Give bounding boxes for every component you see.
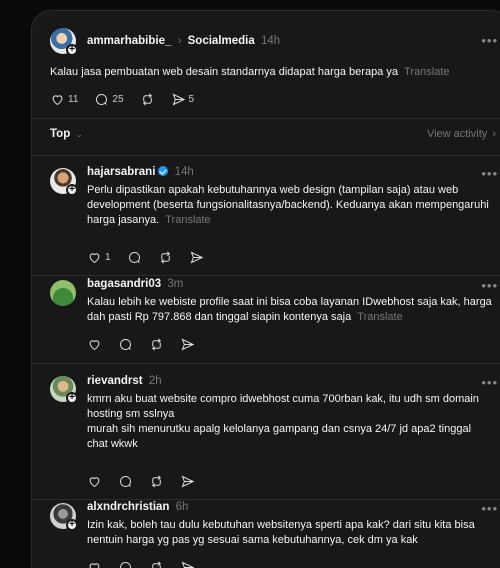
reply-button[interactable] bbox=[118, 560, 133, 568]
comment-author[interactable]: bagasandri03 3m bbox=[87, 278, 183, 290]
comment-actions bbox=[87, 336, 211, 352]
send-icon bbox=[190, 251, 203, 263]
repost-icon bbox=[142, 93, 152, 105]
send-icon bbox=[181, 338, 195, 350]
heart-icon bbox=[89, 476, 100, 487]
comment-icon bbox=[120, 338, 132, 350]
like-count: 1 bbox=[105, 251, 111, 263]
translate-link[interactable]: Translate bbox=[165, 214, 210, 226]
comment-time: 14h bbox=[174, 166, 194, 178]
reply-button[interactable] bbox=[118, 474, 133, 489]
comment-time: 3m bbox=[167, 278, 184, 290]
view-activity-link[interactable]: View activity › bbox=[427, 128, 496, 140]
translate-link[interactable]: Translate bbox=[404, 66, 449, 78]
comment-actions bbox=[87, 473, 211, 489]
sort-dropdown[interactable]: Top ⌄ bbox=[50, 128, 83, 140]
reply-count: 25 bbox=[112, 93, 124, 105]
more-dots-icon[interactable]: ••• bbox=[481, 278, 498, 293]
comment-actions bbox=[87, 559, 211, 568]
share-count: 5 bbox=[188, 93, 195, 105]
heart-icon bbox=[89, 339, 100, 350]
share-button[interactable] bbox=[189, 250, 204, 265]
repost-icon bbox=[152, 475, 161, 487]
share-button[interactable]: 5 bbox=[171, 92, 195, 107]
verified-badge-icon bbox=[158, 166, 169, 176]
divider bbox=[32, 275, 500, 276]
like-button[interactable] bbox=[87, 337, 102, 352]
comment-actions: 1 bbox=[87, 249, 220, 265]
repost-button[interactable] bbox=[149, 474, 164, 489]
comment-author[interactable]: alxndrchristian 6h bbox=[87, 501, 188, 513]
divider bbox=[32, 155, 500, 156]
comment-icon bbox=[128, 251, 140, 263]
heart-icon bbox=[52, 94, 63, 105]
share-button[interactable] bbox=[180, 474, 195, 489]
follow-icon[interactable]: + bbox=[66, 392, 78, 404]
send-icon bbox=[181, 561, 195, 568]
follow-icon[interactable]: + bbox=[66, 184, 78, 196]
more-dots-icon[interactable]: ••• bbox=[481, 501, 498, 516]
comment-icon bbox=[96, 93, 108, 105]
post-actions: 11 25 5 bbox=[50, 91, 210, 107]
comment-icon bbox=[120, 475, 132, 487]
repost-icon bbox=[152, 561, 161, 568]
follow-icon[interactable]: + bbox=[66, 519, 78, 531]
chevron-right-icon: › bbox=[177, 35, 182, 47]
send-icon bbox=[181, 475, 195, 487]
repost-button[interactable] bbox=[140, 92, 155, 107]
repost-button[interactable] bbox=[149, 337, 164, 352]
post-author[interactable]: ammarhabibie_ › Socialmedia 14h bbox=[87, 35, 280, 47]
heart-icon bbox=[89, 562, 100, 568]
share-button[interactable] bbox=[180, 337, 195, 352]
heart-icon bbox=[89, 252, 100, 263]
post-time: 14h bbox=[260, 35, 281, 47]
community-link[interactable]: Socialmedia bbox=[188, 35, 255, 47]
repost-icon bbox=[160, 251, 170, 263]
like-button[interactable] bbox=[87, 560, 102, 568]
post-text: Kalau jasa pembuatan web desain standarn… bbox=[50, 66, 450, 78]
comment-author[interactable]: rievandrst 2h bbox=[87, 375, 162, 387]
like-button[interactable] bbox=[87, 474, 102, 489]
comment-icon bbox=[120, 561, 132, 568]
comment-text: Kalau lebih ke webiste profile saat ini … bbox=[87, 296, 492, 323]
comment-author[interactable]: hajarsabrani 14h bbox=[87, 166, 194, 178]
comment-text: kmrn aku buat website compro idwebhost c… bbox=[87, 392, 492, 452]
divider bbox=[32, 363, 500, 364]
chevron-right-icon: › bbox=[492, 128, 496, 140]
more-dots-icon[interactable]: ••• bbox=[481, 33, 498, 48]
more-dots-icon[interactable]: ••• bbox=[481, 166, 498, 181]
more-dots-icon[interactable]: ••• bbox=[481, 375, 498, 390]
translate-link[interactable]: Translate bbox=[357, 311, 402, 323]
comment-text-line: murah sih menurutku apalg kelolanya gamp… bbox=[87, 423, 472, 450]
comment-text: Izin kak, boleh tau dulu kebutuhan websi… bbox=[87, 519, 475, 546]
thread-card: + ammarhabibie_ › Socialmedia 14h ••• Ka… bbox=[31, 10, 500, 568]
chevron-down-icon: ⌄ bbox=[75, 129, 83, 139]
repost-button[interactable] bbox=[149, 560, 164, 568]
comment-text: Perlu dipastikan apakah kebutuhannya web… bbox=[87, 184, 489, 226]
comment-text-line: kmrn aku buat website compro idwebhost c… bbox=[87, 393, 479, 420]
reply-button[interactable] bbox=[127, 250, 142, 265]
repost-button[interactable] bbox=[158, 250, 173, 265]
avatar[interactable] bbox=[50, 280, 76, 306]
like-button[interactable]: 1 bbox=[87, 250, 111, 265]
like-count: 11 bbox=[68, 93, 79, 105]
reply-button[interactable]: 25 bbox=[94, 92, 124, 107]
share-button[interactable] bbox=[180, 560, 195, 568]
comment-time: 2h bbox=[148, 375, 162, 387]
divider bbox=[32, 499, 500, 500]
divider bbox=[32, 118, 500, 119]
like-button[interactable]: 11 bbox=[50, 92, 78, 107]
comment-time: 6h bbox=[175, 501, 189, 513]
follow-icon[interactable]: + bbox=[66, 44, 78, 56]
repost-icon bbox=[152, 338, 161, 350]
reply-button[interactable] bbox=[118, 337, 133, 352]
send-icon bbox=[172, 93, 185, 105]
